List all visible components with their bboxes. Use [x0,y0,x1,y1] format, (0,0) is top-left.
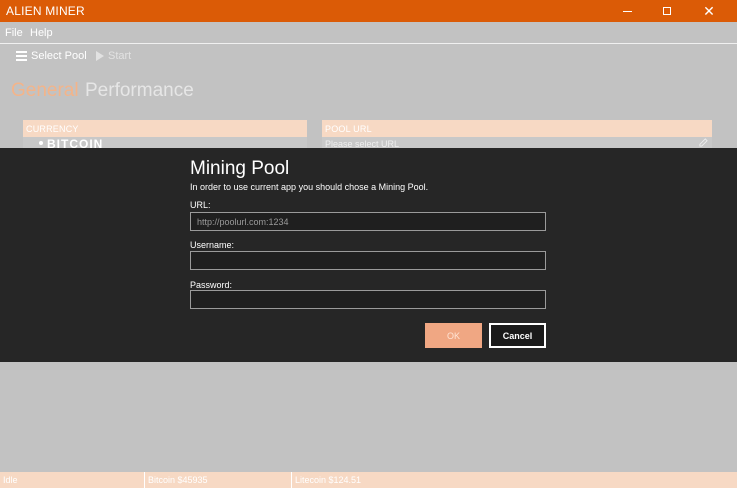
pool-url-header: POOL URL [322,120,712,137]
ok-button[interactable]: OK [425,323,482,348]
play-icon [96,51,104,61]
maximize-button[interactable] [647,0,687,22]
url-label: URL: [190,200,211,210]
bullet-icon [39,141,43,145]
dialog-title: Mining Pool [190,158,290,179]
menu-bar: File Help [0,22,737,44]
edit-icon[interactable] [699,138,708,147]
menu-help[interactable]: Help [30,27,53,39]
minimize-button[interactable] [607,0,647,22]
cancel-button[interactable]: Cancel [489,323,546,348]
window-title: ALIEN MINER [6,4,85,18]
dialog-subtitle: In order to use current app you should c… [190,182,429,192]
select-pool-button[interactable]: Select Pool [16,50,87,62]
status-state: Idle [0,472,145,488]
start-label: Start [108,50,132,62]
tab-general[interactable]: General [11,80,79,102]
menu-file[interactable]: File [5,27,23,39]
tab-performance[interactable]: Performance [85,80,194,102]
url-input[interactable] [190,212,546,231]
password-label: Password: [190,280,233,290]
list-icon [16,51,27,61]
username-input[interactable] [190,251,546,270]
toolbar: Select Pool Start [0,45,737,69]
title-bar: ALIEN MINER ✕ [0,0,737,22]
maximize-icon [663,7,671,15]
status-litecoin-price: Litecoin $124.51 [295,475,362,485]
password-input[interactable] [190,290,546,309]
mining-pool-dialog: Mining Pool In order to use current app … [0,148,737,362]
currency-header: CURRENCY [23,120,307,137]
start-button[interactable]: Start [96,50,131,62]
close-icon: ✕ [703,3,715,19]
minimize-icon [622,10,632,12]
username-label: Username: [190,240,235,250]
status-bar: Idle Bitcoin $45935 Litecoin $124.51 [0,472,737,488]
close-button[interactable]: ✕ [689,0,729,22]
status-bitcoin-price: Bitcoin $45935 [145,472,292,488]
select-pool-label: Select Pool [31,50,87,62]
